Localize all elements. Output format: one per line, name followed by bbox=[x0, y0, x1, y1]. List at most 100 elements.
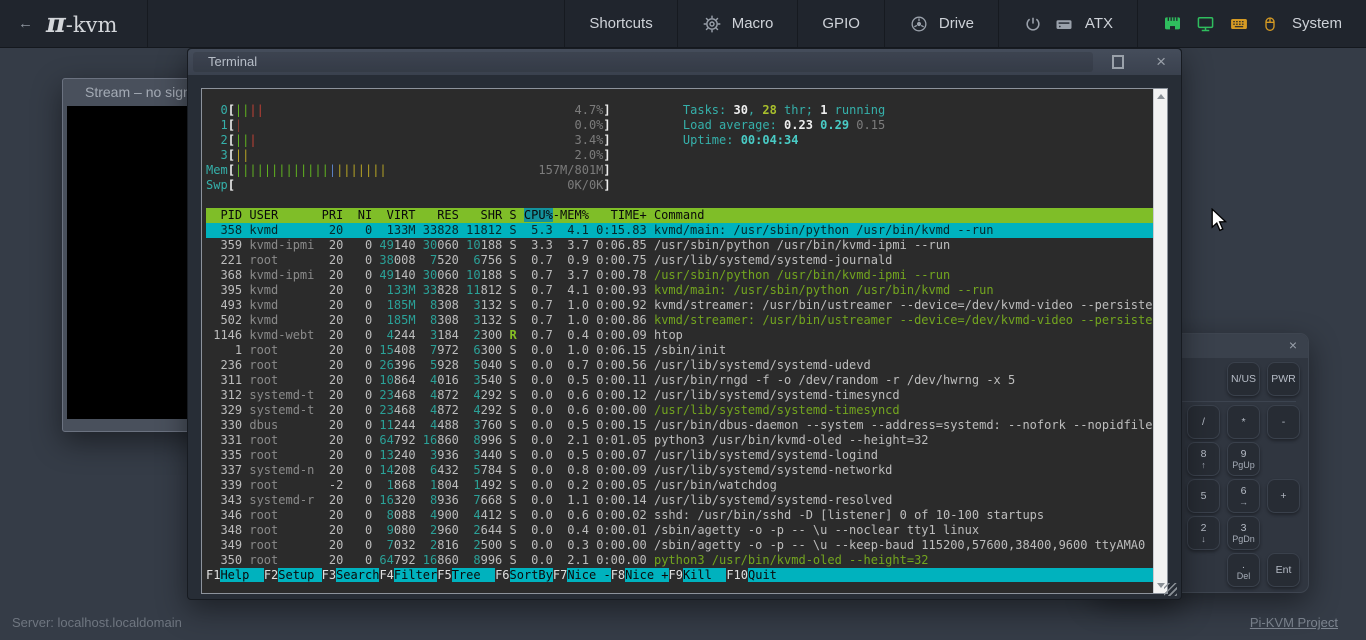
numpad-key-nus[interactable]: N/US bbox=[1227, 362, 1260, 396]
htop-row: 349 root 20 0 7032 2816 2500 S 0.0 0.3 0… bbox=[206, 538, 1153, 553]
htop-row: 343 systemd-r 20 0 16320 8936 7668 S 0.0… bbox=[206, 493, 1153, 508]
terminal-title: Terminal bbox=[208, 49, 257, 75]
htop-row: 368 kvmd-ipmi 20 0 49140 30060 10188 S 0… bbox=[206, 268, 1153, 283]
menu-item-shortcuts[interactable]: Shortcuts bbox=[564, 0, 676, 47]
htop-row: 1146 kvmd-webt 20 0 4244 3184 2300 R 0.7… bbox=[206, 328, 1153, 343]
htop-row: 359 kvmd-ipmi 20 0 49140 30060 10188 S 3… bbox=[206, 238, 1153, 253]
htop-row-selected: 358 kvmd 20 0 133M 33828 11812 S 5.3 4.1… bbox=[206, 223, 1153, 238]
monitor-icon bbox=[1195, 14, 1216, 34]
key-label: 3 bbox=[1241, 523, 1247, 534]
key-label: 5 bbox=[1201, 491, 1207, 502]
htop-row: 339 root -2 0 1868 1804 1492 S 0.0 0.2 0… bbox=[206, 478, 1153, 493]
htop-row: 1 root 20 0 15408 7972 6300 S 0.0 1.0 0:… bbox=[206, 343, 1153, 358]
menu-item-drive[interactable]: Drive bbox=[884, 0, 998, 47]
main-menu: Shortcuts Macro GPIO Drive ATX System bbox=[564, 0, 1366, 47]
numpad-key-[interactable]: * bbox=[1227, 405, 1260, 439]
key-label: - bbox=[1282, 417, 1286, 428]
key-label: / bbox=[1202, 417, 1205, 428]
numpad-key-[interactable]: - bbox=[1267, 405, 1300, 439]
key-label: 2 bbox=[1201, 523, 1207, 534]
htop-table-header: PID USER PRI NI VIRT RES SHR S CPU%-MEM%… bbox=[206, 208, 1153, 223]
menu-label-shortcuts: Shortcuts bbox=[589, 15, 652, 32]
key-label: 9 bbox=[1241, 449, 1247, 460]
numpad-key-8[interactable]: 8↑ bbox=[1187, 442, 1220, 476]
key-label: + bbox=[1280, 491, 1286, 502]
terminal-titlebar[interactable]: Terminal × bbox=[188, 49, 1181, 75]
key-label: 6 bbox=[1241, 486, 1247, 497]
close-icon[interactable]: × bbox=[1289, 337, 1297, 353]
numpad-key-2[interactable]: 2↓ bbox=[1187, 516, 1220, 550]
key-label: PWR bbox=[1271, 374, 1296, 385]
server-hostname-label: Server: localhost.localdomain bbox=[12, 615, 182, 630]
key-label: 8 bbox=[1201, 449, 1207, 460]
htop-line: Swp[ 0K/0K] bbox=[206, 178, 1153, 193]
htop-row: 502 kvmd 20 0 185M 8308 3132 S 0.7 1.0 0… bbox=[206, 313, 1153, 328]
mouse-cursor bbox=[1209, 208, 1231, 237]
menu-label-system: System bbox=[1292, 15, 1342, 32]
resize-handle[interactable] bbox=[1164, 583, 1177, 596]
terminal-content: 0[|||| 4.7%] Tasks: 30, 28 thr; 1 runnin… bbox=[201, 88, 1168, 594]
logo-rest: -kvm bbox=[66, 13, 118, 37]
numpad-key-[interactable]: / bbox=[1187, 405, 1220, 439]
numpad-key-ent[interactable]: Ent bbox=[1267, 553, 1300, 587]
menu-item-system[interactable]: System bbox=[1137, 0, 1366, 47]
htop-row: 311 root 20 0 10864 4016 3540 S 0.0 0.5 … bbox=[206, 373, 1153, 388]
numpad-key-[interactable]: .Del bbox=[1227, 553, 1260, 587]
close-button[interactable]: × bbox=[1156, 49, 1166, 74]
htop-row: 331 root 20 0 64792 16860 8996 S 0.0 2.1… bbox=[206, 433, 1153, 448]
key-sublabel: Del bbox=[1237, 571, 1251, 581]
htop-line: 1[| 0.0%] Load average: 0.23 0.29 0.15 bbox=[206, 118, 1153, 133]
numpad-key-pwr[interactable]: PWR bbox=[1267, 362, 1300, 396]
mouse-icon bbox=[1262, 14, 1278, 34]
keyboard-icon bbox=[1228, 14, 1250, 34]
numpad-key-9[interactable]: 9PgUp bbox=[1227, 442, 1260, 476]
ethernet-icon bbox=[1162, 14, 1183, 34]
menu-label-atx: ATX bbox=[1085, 15, 1113, 32]
case-icon bbox=[1053, 14, 1075, 34]
htop-row: 395 kvmd 20 0 133M 33828 11812 S 0.7 4.1… bbox=[206, 283, 1153, 298]
pikvm-project-link[interactable]: Pi-KVM Project bbox=[1250, 615, 1338, 630]
htop-line: Mem[||||||||||||||||||||| 157M/801M] bbox=[206, 163, 1153, 178]
htop-line: 3[|| 2.0%] bbox=[206, 148, 1153, 163]
stream-window-title: Stream – no signal bbox=[85, 84, 202, 100]
htop-row: 312 systemd-t 20 0 23468 4872 4292 S 0.0… bbox=[206, 388, 1153, 403]
disc-icon bbox=[909, 14, 929, 34]
logo-block: ← π-kvm bbox=[0, 0, 148, 47]
numpad-key-6[interactable]: 6→ bbox=[1227, 479, 1260, 513]
key-label: . bbox=[1242, 560, 1245, 571]
numpad-key-3[interactable]: 3PgDn bbox=[1227, 516, 1260, 550]
htop-row: 329 systemd-t 20 0 23468 4872 4292 S 0.0… bbox=[206, 403, 1153, 418]
system-status-icons bbox=[1162, 14, 1278, 34]
gear-icon bbox=[702, 14, 722, 34]
menu-label-drive: Drive bbox=[939, 15, 974, 32]
htop-row: 346 root 20 0 8088 4900 4412 S 0.0 0.6 0… bbox=[206, 508, 1153, 523]
terminal-window: Terminal × 0[|||| 4.7%] Tasks: 30, 28 th… bbox=[187, 48, 1182, 600]
key-sublabel: PgUp bbox=[1232, 460, 1255, 470]
numpad-key-5[interactable]: 5 bbox=[1187, 479, 1220, 513]
htop-row: 493 kvmd 20 0 185M 8308 3132 S 0.7 1.0 0… bbox=[206, 298, 1153, 313]
key-label: N/US bbox=[1231, 374, 1256, 385]
numpad-key-[interactable]: + bbox=[1267, 479, 1300, 513]
htop-row: 236 root 20 0 26396 5928 5040 S 0.0 0.7 … bbox=[206, 358, 1153, 373]
menu-item-atx[interactable]: ATX bbox=[998, 0, 1137, 47]
logo-pi: π bbox=[46, 8, 66, 39]
htop-row: 221 root 20 0 38008 7520 6756 S 0.7 0.9 … bbox=[206, 253, 1153, 268]
terminal-scrollbar[interactable] bbox=[1153, 89, 1167, 593]
key-sublabel: ↑ bbox=[1201, 460, 1206, 470]
top-navigation-bar: ← π-kvm Shortcuts Macro GPIO Drive ATX bbox=[0, 0, 1366, 48]
menu-label-macro: Macro bbox=[732, 15, 774, 32]
htop-row: 335 root 20 0 13240 3936 3440 S 0.0 0.5 … bbox=[206, 448, 1153, 463]
back-arrow-icon[interactable]: ← bbox=[18, 15, 33, 32]
pikvm-logo: π-kvm bbox=[46, 8, 117, 39]
scroll-up-icon[interactable] bbox=[1157, 94, 1165, 99]
htop-row: 350 root 20 0 64792 16860 8996 S 0.0 2.1… bbox=[206, 553, 1153, 568]
key-sublabel: PgDn bbox=[1232, 534, 1255, 544]
maximize-button[interactable] bbox=[1112, 55, 1124, 69]
menu-item-macro[interactable]: Macro bbox=[677, 0, 798, 47]
htop-line: 0[|||| 4.7%] Tasks: 30, 28 thr; 1 runnin… bbox=[206, 103, 1153, 118]
menu-item-gpio[interactable]: GPIO bbox=[797, 0, 884, 47]
key-sublabel: ↓ bbox=[1201, 534, 1206, 544]
key-label: * bbox=[1241, 417, 1245, 428]
htop-function-key-bar[interactable]: F1Help F2Setup F3SearchF4FilterF5Tree F6… bbox=[206, 568, 1153, 583]
terminal-screen[interactable]: 0[|||| 4.7%] Tasks: 30, 28 thr; 1 runnin… bbox=[202, 89, 1153, 593]
